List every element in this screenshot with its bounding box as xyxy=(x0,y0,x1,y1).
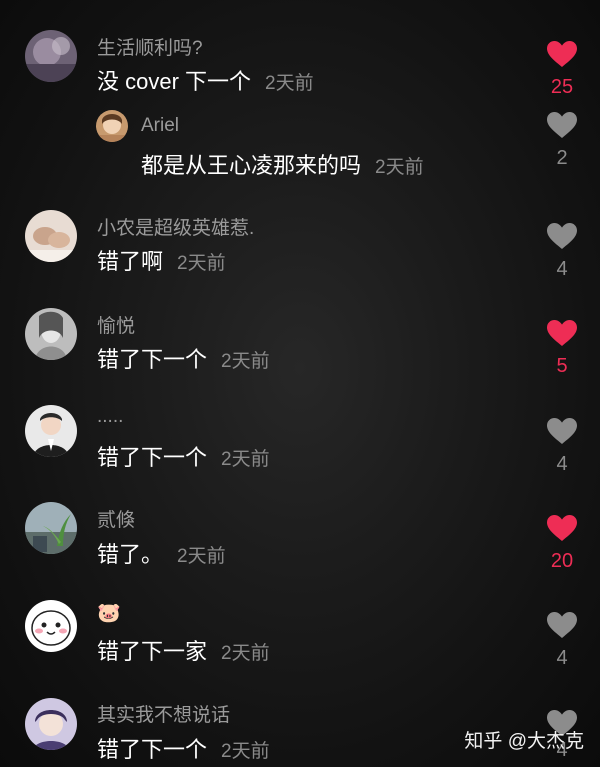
comment-time: 2天前 xyxy=(221,351,270,372)
avatar[interactable] xyxy=(25,30,77,82)
comment-body: 错了下一家 xyxy=(97,639,208,664)
avatar[interactable] xyxy=(96,110,128,142)
like-count: 25 xyxy=(550,76,574,98)
avatar[interactable] xyxy=(25,210,77,262)
like-button[interactable]: 20 xyxy=(543,514,581,573)
comment-body: 都是从王心凌那来的吗 xyxy=(141,153,362,178)
like-button[interactable]: 5 xyxy=(543,319,581,378)
comment-text: 错了啊 2天前 xyxy=(97,244,226,276)
like-button[interactable]: 2 xyxy=(543,111,581,170)
like-count: 5 xyxy=(556,355,568,377)
heart-icon xyxy=(547,223,577,249)
avatar[interactable] xyxy=(25,308,77,360)
like-count: 4 xyxy=(556,258,568,280)
heart-icon xyxy=(547,112,577,138)
heart-icon xyxy=(547,612,577,638)
avatar[interactable] xyxy=(25,405,77,457)
comment-body: 错了下一个 xyxy=(97,737,208,762)
comment-body: 错了下一个 xyxy=(97,347,208,372)
heart-icon xyxy=(547,41,577,67)
avatar[interactable] xyxy=(25,600,77,652)
comment-text: 没 cover 下一个 2天前 xyxy=(97,64,314,96)
comment-text: 都是从王心凌那来的吗 2天前 xyxy=(141,148,424,180)
like-button[interactable]: 4 xyxy=(543,611,581,670)
heart-icon xyxy=(547,418,577,444)
like-button[interactable]: 4 xyxy=(543,417,581,476)
comment-time: 2天前 xyxy=(177,253,226,274)
like-count: 2 xyxy=(556,147,568,169)
like-button[interactable]: 4 xyxy=(543,222,581,281)
comment-time: 2天前 xyxy=(221,741,270,762)
comment-username[interactable]: 愉悦 xyxy=(97,311,135,338)
like-count: 20 xyxy=(550,550,574,572)
comment-time: 2天前 xyxy=(265,73,314,94)
avatar[interactable] xyxy=(25,698,77,750)
comment-body: 错了。 xyxy=(97,542,164,567)
like-count: 4 xyxy=(556,453,568,475)
comment-time: 2天前 xyxy=(221,449,270,470)
comment-username[interactable]: 其实我不想说话 xyxy=(97,700,230,727)
comment-username[interactable]: 贰倏 xyxy=(97,505,135,532)
comment-text: 错了下一个 2天前 xyxy=(97,342,270,374)
comment-text: 错了下一个 2天前 xyxy=(97,440,270,472)
comment-username[interactable]: 🐷 xyxy=(97,601,121,625)
comment-text: 错了。 2天前 xyxy=(97,537,226,569)
comment-body: 没 cover 下一个 xyxy=(97,69,252,94)
avatar[interactable] xyxy=(25,502,77,554)
comment-time: 2天前 xyxy=(177,546,226,567)
comment-username[interactable]: 生活顺利吗? xyxy=(97,33,203,60)
heart-icon xyxy=(547,320,577,346)
heart-icon xyxy=(547,515,577,541)
comment-body: 错了下一个 xyxy=(97,445,208,470)
comment-time: 2天前 xyxy=(375,157,424,178)
comment-time: 2天前 xyxy=(221,643,270,664)
comment-text: 错了下一家 2天前 xyxy=(97,634,270,666)
comment-body: 错了啊 xyxy=(97,249,164,274)
comment-username[interactable]: Ariel xyxy=(141,115,179,137)
comment-username[interactable]: ..... xyxy=(97,406,123,428)
like-button[interactable]: 25 xyxy=(543,40,581,99)
comment-text: 错了下一个 2天前 xyxy=(97,732,270,764)
comment-username[interactable]: 小农是超级英雄惹. xyxy=(97,213,254,240)
zhihu-watermark: 知乎 @大杰克 xyxy=(464,731,584,752)
like-count: 4 xyxy=(556,647,568,669)
